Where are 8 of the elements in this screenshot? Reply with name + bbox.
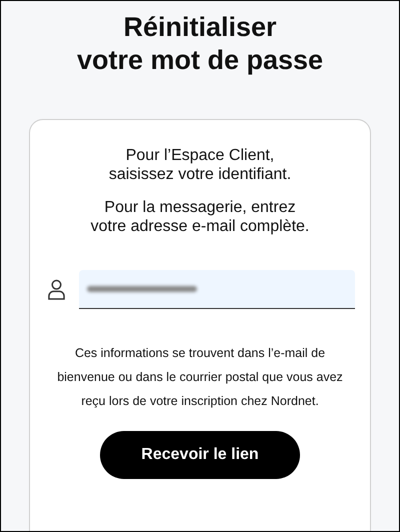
- user-icon: [48, 279, 65, 300]
- instruction-text: Pour la messagerie, entrez votre adresse e-mail complète.: [90, 198, 310, 236]
- input-field[interactable]: [79, 270, 355, 309]
- receive-link-button[interactable]: Recevoir le lien: [100, 431, 300, 479]
- help-text: Ces informations se trouvent dans l’e-mail de bienvenue ou dans le courrier postal que vous avez reçu lors de votre inscription chez Nordnet.: [56, 345, 344, 410]
- instruction-text: Pour l’Espace Client, saisissez votre identifiant.: [108, 146, 292, 184]
- page-title: Réinitialiser: [123, 11, 277, 44]
- page-title: votre mot de passe: [76, 44, 324, 77]
